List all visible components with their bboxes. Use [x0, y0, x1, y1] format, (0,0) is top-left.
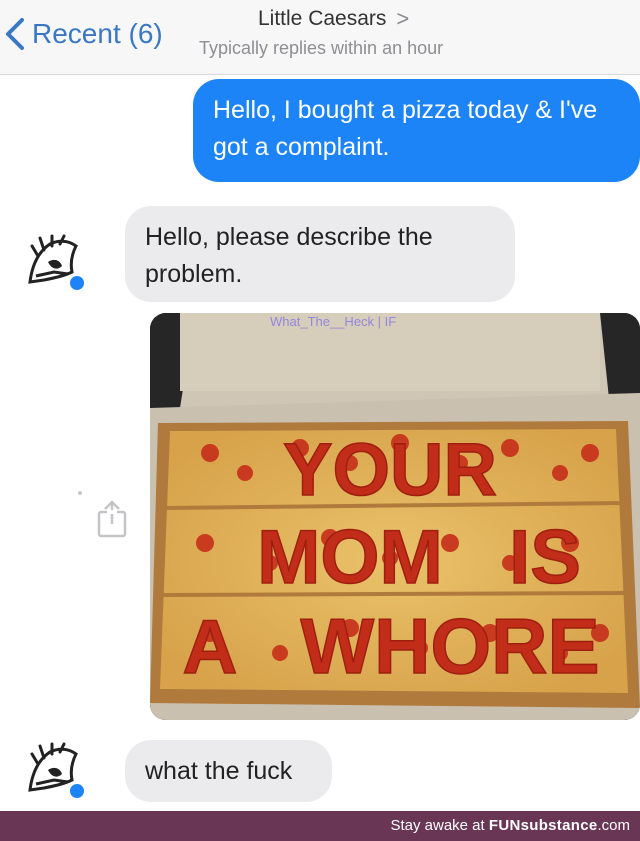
messenger-badge-icon: [68, 782, 86, 800]
messenger-badge-icon: [68, 274, 86, 292]
contact-name: Little Caesars: [258, 7, 387, 30]
footer-brand: FUNsubstance: [488, 817, 598, 834]
pizza-image: YOUR MOM IS A WHORE: [150, 313, 640, 720]
footer-domain: .com: [597, 817, 630, 834]
pizza-word-4: A: [183, 605, 238, 690]
message-outgoing[interactable]: Hello, I bought a pizza today & I've got…: [193, 79, 640, 182]
back-label: Recent (6): [32, 18, 163, 49]
share-icon: [97, 500, 127, 538]
chevron-right-icon: >: [396, 6, 410, 31]
pizza-word-3: IS: [509, 515, 581, 600]
back-button[interactable]: Recent (6): [4, 14, 163, 54]
share-button[interactable]: [96, 498, 128, 538]
pizza-word-5: WHORE: [301, 602, 600, 690]
pizza-word-1: YOUR: [283, 428, 497, 511]
contact-title[interactable]: Little Caesars >: [258, 6, 409, 32]
divider-dot: [78, 491, 82, 495]
message-incoming[interactable]: Hello, please describe the problem.: [125, 206, 515, 302]
message-incoming[interactable]: what the fuck: [125, 740, 332, 802]
pizza-word-2: MOM: [257, 515, 443, 600]
watermark: What_The__Heck | IF: [270, 314, 397, 329]
avatar[interactable]: [24, 740, 86, 800]
footer-prefix: Stay awake at: [390, 817, 485, 834]
footer-credit[interactable]: Stay awake at FUNsubstance.com: [390, 817, 630, 834]
chevron-left-icon: [6, 18, 24, 50]
pizza-photo[interactable]: YOUR MOM IS A WHORE: [150, 313, 640, 720]
site-footer: Stay awake at FUNsubstance.com: [0, 811, 640, 841]
chat-header: Recent (6) Little Caesars > Typically re…: [0, 0, 640, 75]
reply-status: Typically replies within an hour: [199, 38, 444, 58]
avatar[interactable]: [24, 232, 86, 292]
